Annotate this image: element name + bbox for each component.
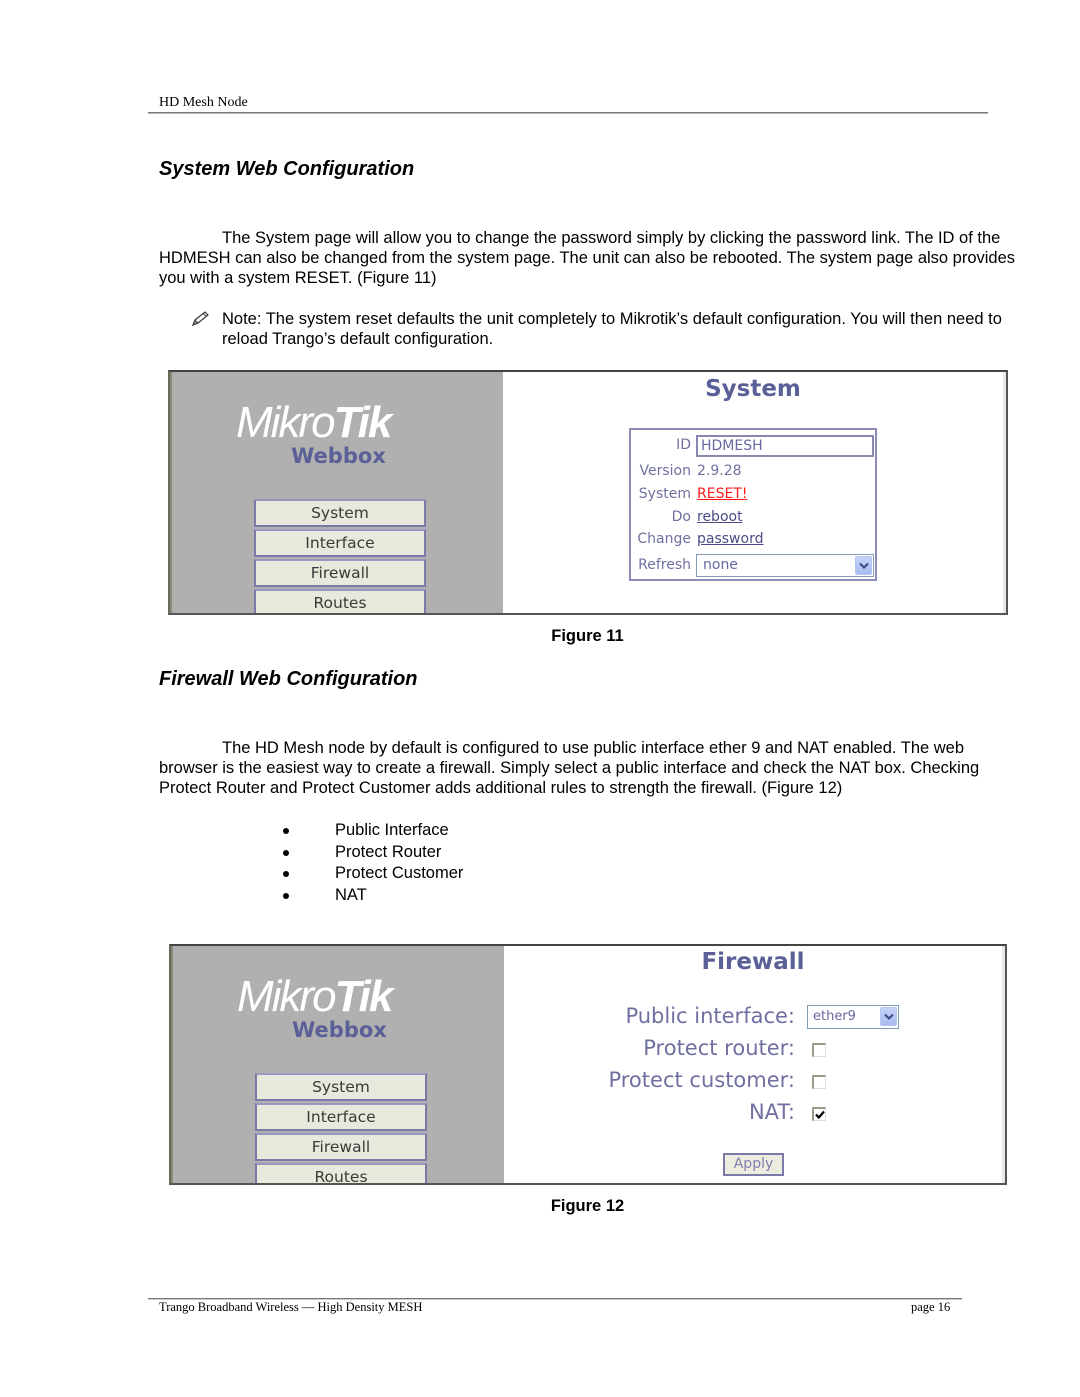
figure-12-caption: Figure 12 — [550, 1197, 625, 1215]
page-number: page 16 — [911, 1300, 951, 1314]
protect-router-label: Protect router: — [643, 1036, 795, 1060]
footer-title: Trango Broadband Wireless — High Density… — [159, 1300, 423, 1314]
firewall-bullet-list: Public Interface Protect Router Protect … — [280, 820, 463, 907]
system-label: System — [638, 486, 691, 502]
public-interface-select[interactable]: ether9 — [807, 1005, 899, 1029]
change-label: Change — [637, 531, 691, 547]
figure-11-caption: Figure 11 — [551, 627, 624, 645]
system-paragraph: The System page will allow you to change… — [159, 228, 1021, 288]
firewall-paragraph-text: The HD Mesh node by default is configure… — [159, 739, 980, 797]
figure-11-screenshot: MikroTik Webbox System Interface Firewal… — [168, 370, 1008, 615]
pencil-icon — [190, 311, 210, 327]
bullet-item: Protect Customer — [280, 863, 463, 885]
apply-button[interactable]: Apply — [723, 1153, 784, 1176]
bullet-icon — [283, 893, 289, 900]
bullet-item: Protect Router — [280, 842, 463, 864]
webbox-subtitle: Webbox — [291, 444, 386, 468]
chevron-down-icon[interactable] — [880, 1007, 897, 1026]
bullet-item: Public Interface — [280, 820, 463, 842]
nat-label: NAT: — [748, 1100, 795, 1124]
webbox-sidebar: MikroTik Webbox System Interface Firewal… — [171, 946, 504, 1183]
public-interface-value: ether9 — [813, 1009, 856, 1024]
system-row: System RESET! — [631, 484, 875, 506]
reboot-row: Do reboot — [631, 507, 875, 529]
nav-system-button[interactable]: System — [255, 1073, 427, 1101]
webbox-nav: System Interface Firewall Routes — [255, 1073, 427, 1183]
nat-checkbox[interactable] — [812, 1107, 826, 1121]
chevron-down-icon[interactable] — [855, 556, 872, 575]
public-interface-label: Public interface: — [625, 1004, 795, 1028]
mikrotik-logo: MikroTik — [236, 398, 392, 447]
system-form: ID HDMESH Version 2.9.28 System RESET! D… — [629, 428, 877, 581]
running-header: HD Mesh Node — [159, 95, 248, 110]
nav-interface-button[interactable]: Interface — [255, 1103, 427, 1131]
checkmark-icon — [815, 1110, 825, 1120]
do-label: Do — [671, 509, 691, 525]
section-title-firewall: Firewall Web Configuration — [159, 668, 418, 690]
bullet-icon — [283, 871, 289, 878]
system-paragraph-text: The System page will allow you to change… — [159, 229, 1016, 287]
refresh-select[interactable]: none — [696, 554, 874, 577]
bullet-item: NAT — [280, 885, 463, 907]
nav-firewall-button[interactable]: Firewall — [254, 559, 426, 587]
firewall-paragraph: The HD Mesh node by default is configure… — [159, 738, 1021, 798]
refresh-label: Refresh — [638, 557, 691, 573]
password-link[interactable]: password — [697, 531, 763, 547]
nav-interface-button[interactable]: Interface — [254, 529, 426, 557]
firewall-page-title: Firewall — [701, 949, 805, 975]
id-input[interactable]: HDMESH — [696, 435, 874, 457]
protect-router-checkbox[interactable] — [812, 1043, 826, 1057]
nav-system-button[interactable]: System — [254, 499, 426, 527]
webbox-sidebar: MikroTik Webbox System Interface Firewal… — [170, 372, 503, 613]
mikrotik-logo: MikroTik — [237, 972, 393, 1021]
password-row: Change password — [631, 529, 875, 551]
refresh-select-value: none — [703, 557, 738, 573]
webbox-main: Firewall Public interface: ether9 Protec… — [504, 946, 1005, 1183]
webbox-subtitle: Webbox — [292, 1018, 387, 1042]
webbox-main: System ID HDMESH Version 2.9.28 System R… — [503, 372, 1006, 613]
refresh-row: Refresh none — [631, 554, 875, 579]
protect-customer-label: Protect customer: — [608, 1068, 795, 1092]
id-label: ID — [676, 437, 691, 453]
version-row: Version 2.9.28 — [631, 461, 875, 483]
nav-routes-button[interactable]: Routes — [254, 589, 426, 613]
bullet-icon — [283, 849, 289, 856]
nav-routes-button[interactable]: Routes — [255, 1163, 427, 1183]
webbox-nav: System Interface Firewall Routes — [254, 499, 426, 613]
header-rule — [148, 112, 988, 114]
note-text: Note: The system reset defaults the unit… — [222, 310, 1002, 348]
bullet-icon — [283, 828, 289, 834]
section-title-system: System Web Configuration — [159, 158, 415, 180]
system-page-title: System — [705, 376, 801, 402]
id-row: ID HDMESH — [631, 431, 875, 457]
figure-12-screenshot: MikroTik Webbox System Interface Firewal… — [169, 944, 1007, 1185]
reboot-link[interactable]: reboot — [697, 509, 743, 525]
reset-link[interactable]: RESET! — [697, 486, 747, 502]
protect-customer-checkbox[interactable] — [812, 1075, 826, 1089]
version-value: 2.9.28 — [697, 463, 742, 479]
version-label: Version — [639, 463, 691, 479]
nav-firewall-button[interactable]: Firewall — [255, 1133, 427, 1161]
